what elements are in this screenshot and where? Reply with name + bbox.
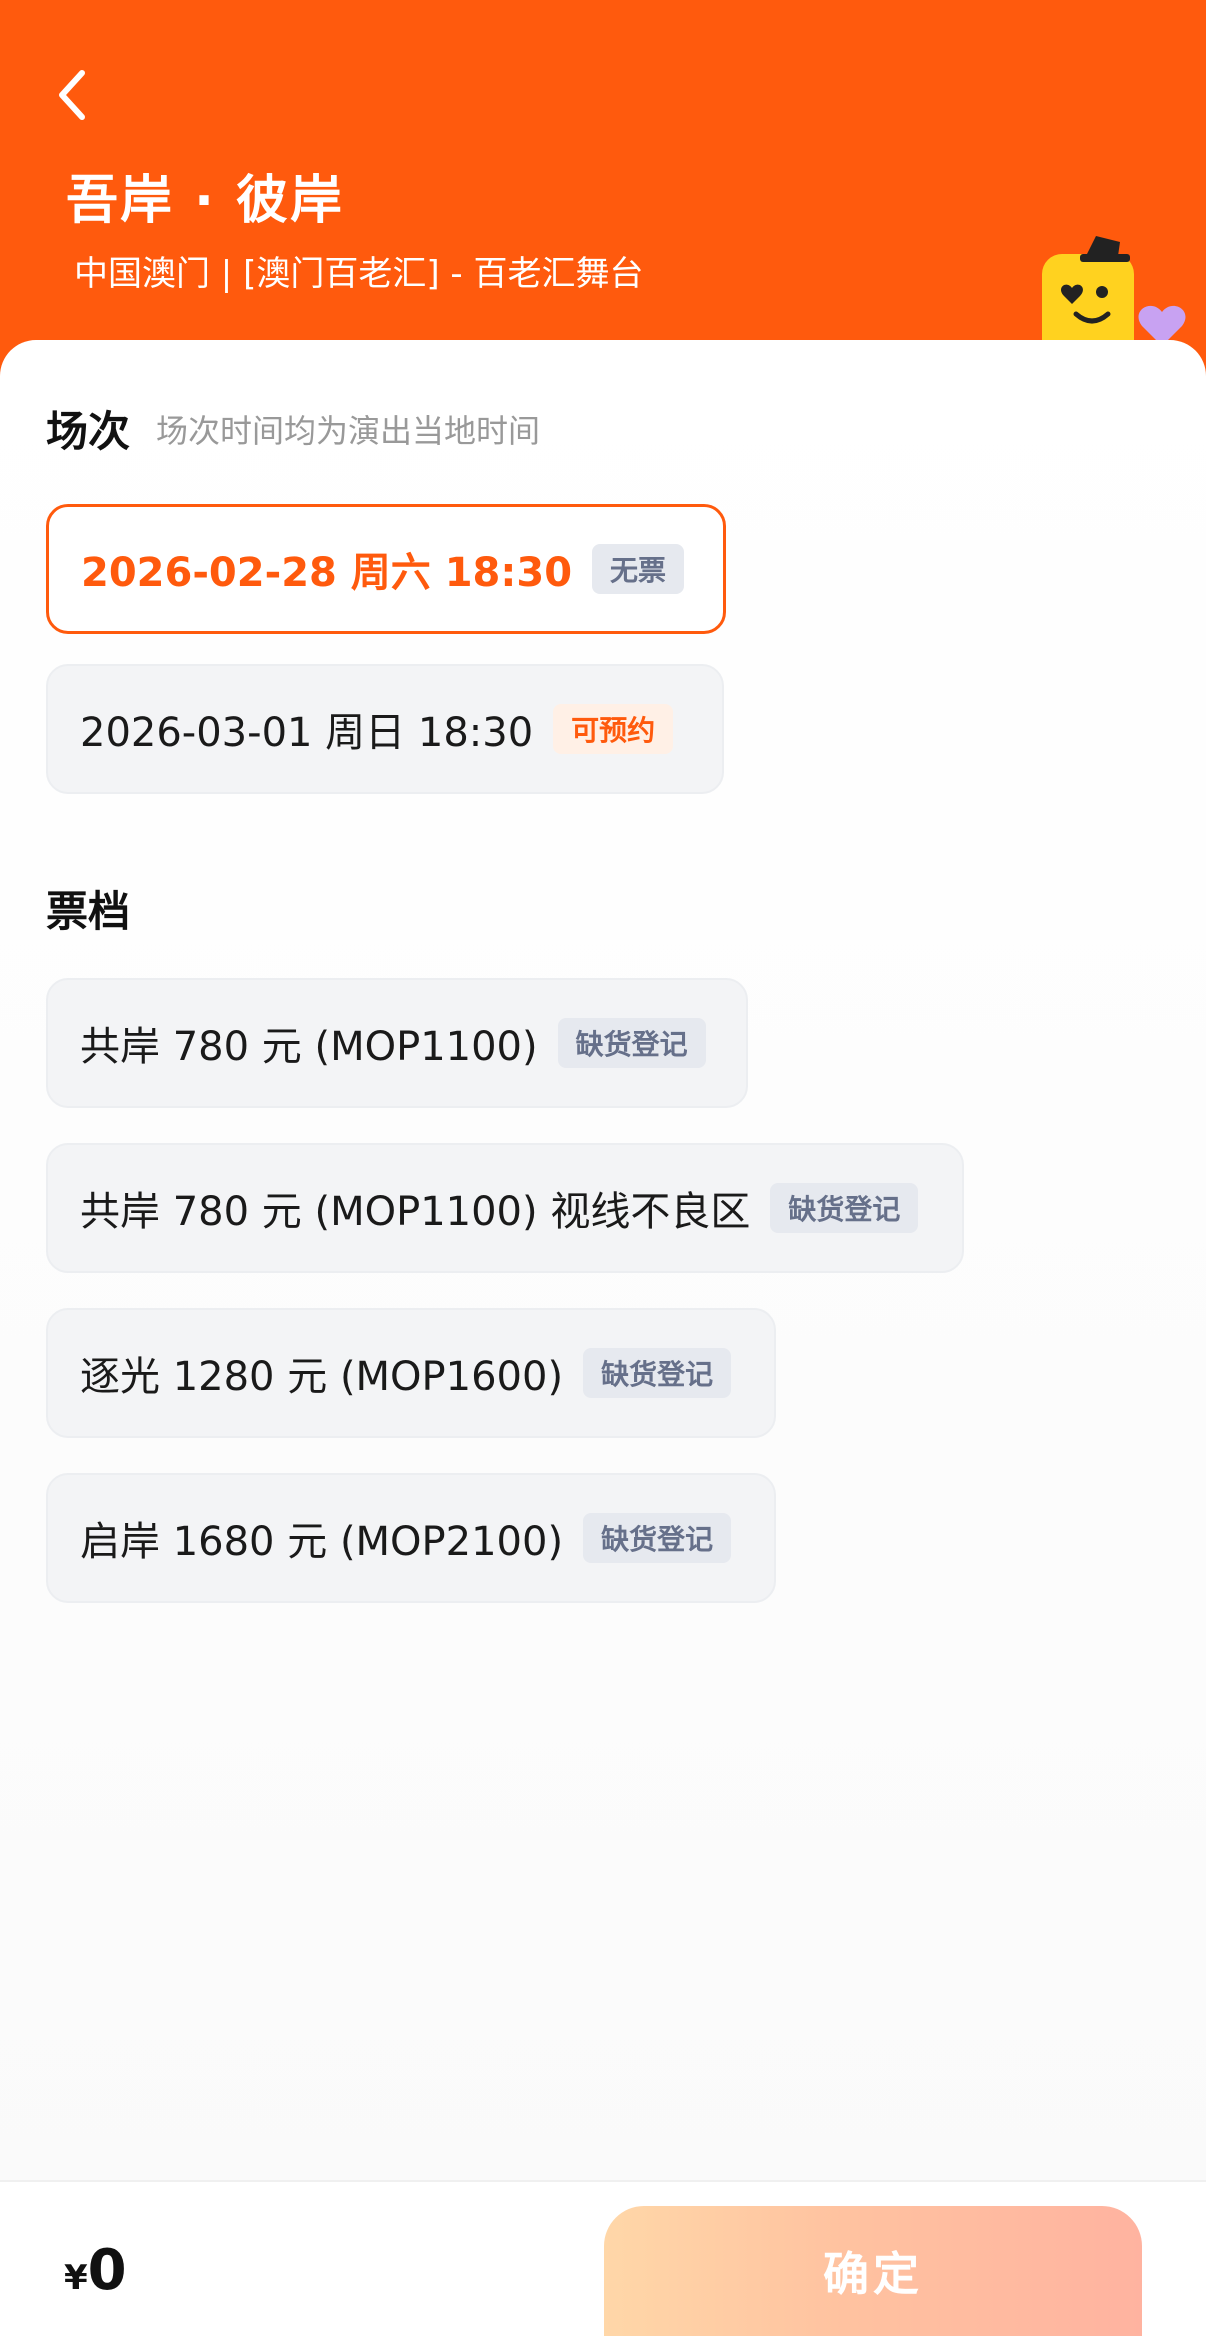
tier-option-3[interactable]: 逐光 1280 元 (MOP1600) 缺货登记 bbox=[46, 1308, 776, 1438]
currency-symbol: ¥ bbox=[64, 2258, 88, 2298]
tier-label: 逐光 1280 元 (MOP1600) bbox=[80, 1354, 564, 1400]
tier-section-title: 票档 bbox=[46, 887, 131, 936]
confirm-button[interactable]: 确定 bbox=[604, 2206, 1142, 2336]
tier-option-4[interactable]: 启岸 1680 元 (MOP2100) 缺货登记 bbox=[46, 1473, 776, 1603]
waitlist-badge: 缺货登记 bbox=[583, 1513, 732, 1563]
page-title: 吾岸 · 彼岸 bbox=[66, 171, 344, 231]
price-amount: 0 bbox=[87, 2238, 127, 2303]
total-price: ¥0 bbox=[64, 2238, 127, 2303]
venue-subtitle: 中国澳门 | [澳门百老汇] - 百老汇舞台 bbox=[74, 254, 644, 294]
session-label: 2026-02-28 周六 18:30 bbox=[81, 550, 573, 596]
session-hint: 场次时间均为演出当地时间 bbox=[156, 412, 541, 450]
back-button[interactable] bbox=[52, 60, 112, 130]
waitlist-badge: 缺货登记 bbox=[583, 1348, 732, 1398]
session-section-title: 场次 bbox=[46, 407, 131, 456]
tier-label: 启岸 1680 元 (MOP2100) bbox=[80, 1519, 564, 1565]
session-option-1[interactable]: 2026-02-28 周六 18:30 无票 bbox=[46, 504, 726, 634]
session-option-2[interactable]: 2026-03-01 周日 18:30 可预约 bbox=[46, 664, 724, 794]
waitlist-badge: 缺货登记 bbox=[557, 1018, 706, 1068]
tier-option-2[interactable]: 共岸 780 元 (MOP1100) 视线不良区 缺货登记 bbox=[46, 1143, 964, 1273]
chevron-left-icon bbox=[59, 70, 85, 120]
reservable-badge: 可预约 bbox=[553, 704, 674, 754]
tier-label: 共岸 780 元 (MOP1100) bbox=[80, 1024, 538, 1070]
no-ticket-badge: 无票 bbox=[592, 544, 685, 594]
tier-option-1[interactable]: 共岸 780 元 (MOP1100) 缺货登记 bbox=[46, 978, 748, 1108]
session-label: 2026-03-01 周日 18:30 bbox=[80, 710, 534, 756]
tier-label: 共岸 780 元 (MOP1100) 视线不良区 bbox=[80, 1189, 751, 1235]
waitlist-badge: 缺货登记 bbox=[770, 1183, 919, 1233]
